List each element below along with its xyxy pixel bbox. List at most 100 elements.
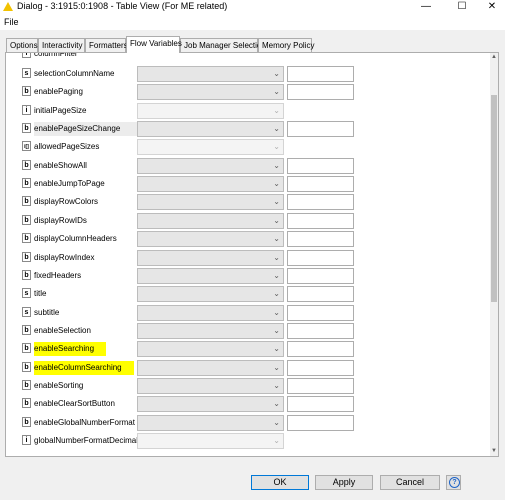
variable-select[interactable]: ⌄ (137, 212, 284, 229)
variable-label: displayRowIndex (34, 252, 95, 262)
menu-file[interactable]: File (4, 17, 19, 27)
boolean-icon: b (22, 343, 31, 354)
variable-select[interactable]: ⌄ (137, 249, 284, 266)
warning-triangle-icon (3, 2, 13, 11)
variable-label: enableClearSortButton (34, 399, 115, 409)
close-button[interactable]: ✕ (477, 0, 505, 14)
variable-select[interactable]: ⌄ (137, 414, 284, 431)
chevron-down-icon: ⌄ (273, 124, 280, 134)
tab-options[interactable]: Options (6, 38, 38, 52)
variable-select[interactable]: ⌄ (137, 304, 284, 321)
chevron-up-icon[interactable]: ▲ (490, 53, 498, 62)
chevron-down-icon: ⌄ (273, 344, 280, 354)
help-button[interactable]: ? (446, 475, 461, 490)
variable-select[interactable]: ⌄ (137, 267, 284, 284)
variable-name-input[interactable] (287, 341, 354, 358)
maximize-button[interactable]: ☐ (447, 0, 477, 14)
variable-label: enableSearching (34, 342, 107, 357)
variable-select[interactable]: ⌄ (137, 396, 284, 413)
variable-label: fixedHeaders (34, 270, 82, 280)
variable-name-input[interactable] (287, 212, 354, 229)
menu-bar: File (0, 14, 505, 30)
minimize-button[interactable]: — (411, 0, 441, 14)
variable-select[interactable]: ⌄ (137, 194, 284, 211)
chevron-down-icon: ⌄ (273, 215, 280, 225)
variable-name-input[interactable] (287, 66, 354, 82)
ok-button[interactable]: OK (251, 475, 309, 490)
variable-name-input[interactable] (287, 304, 354, 321)
boolean-icon: b (22, 214, 31, 225)
variable-row: s selectionColumnName ⌄ (6, 65, 490, 83)
tab-flow-variables[interactable]: Flow Variables (126, 36, 182, 53)
boolean-icon: b (22, 398, 31, 409)
variable-select[interactable]: ⌄ (137, 231, 284, 248)
variable-name-input[interactable] (287, 176, 354, 193)
variable-select[interactable]: ⌄ (137, 157, 284, 174)
variable-name-input[interactable] (287, 322, 354, 339)
variable-name-input[interactable] (287, 121, 354, 138)
boolean-icon: b (22, 178, 31, 189)
chevron-down-icon: ⌄ (273, 399, 280, 409)
chevron-down-icon: ⌄ (273, 325, 280, 335)
variable-select[interactable]: ⌄ (137, 377, 284, 394)
flow-variables-panel: i columnFilter s selectionColumnName ⌄ b ena… (5, 52, 499, 457)
boolean-icon: b (22, 269, 31, 280)
variable-row: b enableColumnSearching ⌄ (6, 359, 490, 377)
variable-name-input[interactable] (287, 414, 354, 431)
cancel-button[interactable]: Cancel (380, 475, 440, 490)
chevron-down-icon: ⌄ (273, 362, 280, 372)
variable-select[interactable]: ⌄ (137, 121, 284, 138)
variable-name-input[interactable] (287, 359, 354, 376)
variable-name-input[interactable] (287, 231, 354, 248)
variable-row: i initialPageSize ⌄ (6, 102, 490, 120)
variable-select[interactable]: ⌄ (137, 84, 284, 101)
variable-label: subtitle (34, 307, 60, 317)
variable-name-input[interactable] (287, 157, 354, 174)
variable-label: enableSorting (34, 380, 84, 390)
tab-interactivity[interactable]: Interactivity (38, 38, 85, 52)
variable-name-input[interactable] (287, 396, 354, 413)
variable-name-input[interactable] (287, 286, 354, 303)
boolean-icon: b (22, 196, 31, 207)
title-bar: Dialog - 3:1915:0:1908 - Table View (For… (0, 0, 505, 14)
variable-label: enablePageSizeChange (34, 122, 137, 137)
boolean-icon: b (22, 324, 31, 335)
integer-array-icon: i[] (22, 141, 31, 152)
variable-label: displayColumnHeaders (34, 234, 117, 244)
chevron-down-icon[interactable]: ▼ (490, 447, 498, 456)
variable-name-input[interactable] (287, 249, 354, 266)
string-icon: s (22, 306, 31, 317)
apply-button[interactable]: Apply (315, 475, 373, 490)
variable-name-input[interactable] (287, 377, 354, 394)
chevron-down-icon: ⌄ (273, 142, 280, 152)
vertical-scrollbar[interactable]: ▲ ▼ (490, 53, 498, 456)
variable-row-partial: i columnFilter (6, 53, 490, 63)
variable-label: allowedPageSizes (34, 142, 100, 152)
variable-label: enableColumnSearching (34, 360, 134, 375)
variable-select[interactable]: ⌄ (137, 176, 284, 193)
variable-name-input[interactable] (287, 267, 354, 284)
tab-formatters[interactable]: Formatters (85, 38, 128, 52)
variable-select: ⌄ (137, 139, 284, 156)
tab-memory-policy[interactable]: Memory Policy (258, 38, 314, 52)
variable-list: i columnFilter s selectionColumnName ⌄ b ena… (6, 53, 490, 456)
scrollbar-thumb[interactable] (491, 95, 497, 302)
variable-select[interactable]: ⌄ (137, 322, 284, 339)
variable-row: i[] allowedPageSizes ⌄ (6, 138, 490, 156)
tab-job-manager-selection[interactable]: Job Manager Selection (180, 38, 266, 52)
variable-name-input[interactable] (287, 194, 354, 211)
help-icon: ? (449, 477, 460, 488)
boolean-icon: b (22, 361, 31, 372)
variable-row: b enablePaging ⌄ (6, 83, 490, 101)
variable-label: enablePaging (34, 87, 83, 97)
variable-select[interactable]: ⌄ (137, 341, 284, 358)
variable-select[interactable]: ⌄ (137, 66, 284, 82)
variable-name-input[interactable] (287, 84, 354, 101)
variable-select: ⌄ (137, 102, 284, 119)
chevron-down-icon: ⌄ (273, 289, 280, 299)
boolean-icon: b (22, 233, 31, 244)
variable-select[interactable]: ⌄ (137, 286, 284, 303)
chevron-down-icon: ⌄ (273, 270, 280, 280)
variable-select[interactable]: ⌄ (137, 359, 284, 376)
variable-row: b enableShowAll ⌄ (6, 157, 490, 175)
